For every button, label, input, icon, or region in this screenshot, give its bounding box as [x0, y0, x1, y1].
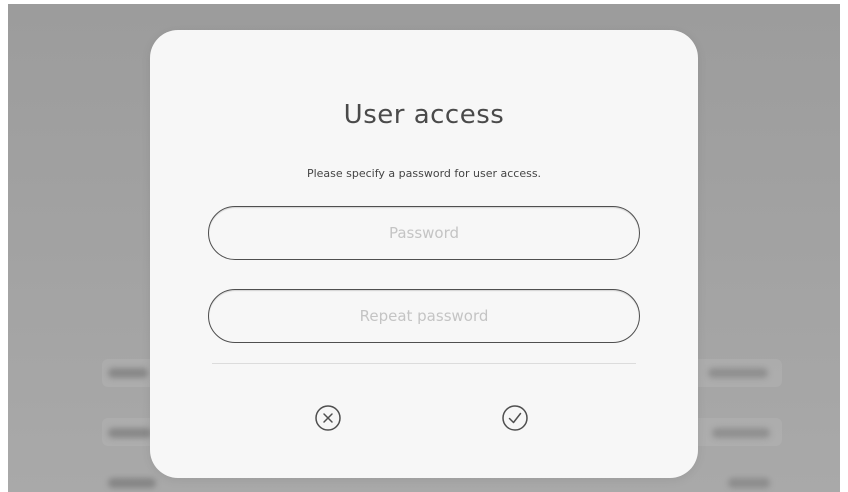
screen: User access Please specify a password fo…: [0, 0, 848, 492]
dialog-message: Please specify a password for user acces…: [306, 167, 542, 180]
confirm-button[interactable]: [501, 404, 529, 432]
check-circle-icon: [501, 404, 529, 432]
cancel-button[interactable]: [314, 404, 342, 432]
repeat-password-field[interactable]: [208, 289, 640, 343]
dialog-divider: [212, 363, 636, 364]
background-row-label: [108, 478, 156, 488]
dialog-title: User access: [343, 100, 505, 130]
password-input[interactable]: [250, 223, 598, 243]
repeat-password-input[interactable]: [250, 306, 598, 326]
close-circle-icon: [314, 404, 342, 432]
password-field[interactable]: [208, 206, 640, 260]
background-row-value: [708, 368, 768, 378]
background-row-label: [108, 428, 152, 438]
user-access-dialog: User access Please specify a password fo…: [150, 30, 698, 478]
background-row-value: [712, 428, 770, 438]
background-row-label: [108, 368, 148, 378]
background-row-value: [728, 478, 770, 488]
